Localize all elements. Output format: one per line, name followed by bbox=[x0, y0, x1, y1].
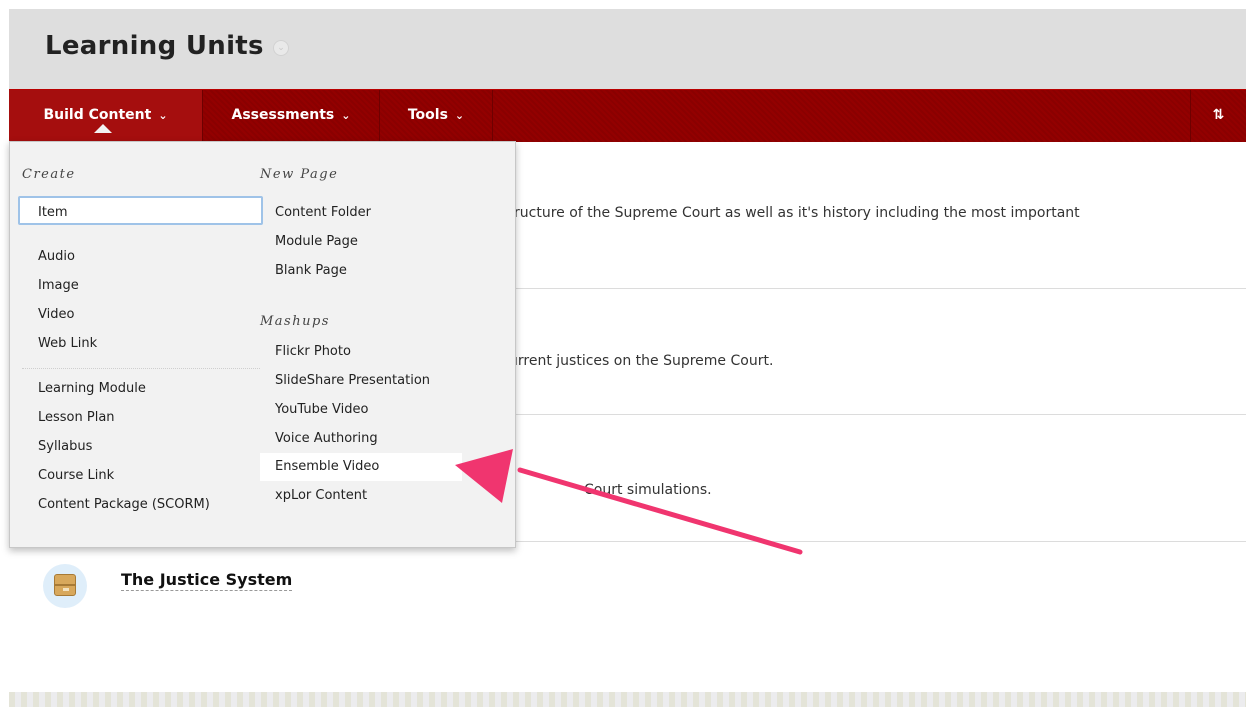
toolbar-divider bbox=[492, 90, 493, 142]
menu-item-content-package[interactable]: Content Package (SCORM) bbox=[38, 497, 210, 512]
menu-item-video[interactable]: Video bbox=[38, 307, 74, 322]
menu-item-learning-module[interactable]: Learning Module bbox=[38, 381, 146, 396]
action-toolbar: Build Content ⌄ Assessments ⌄ Tools ⌄ ⇅ bbox=[9, 89, 1246, 142]
assessments-label: Assessments bbox=[231, 107, 335, 123]
menu-item-web-link[interactable]: Web Link bbox=[38, 336, 97, 351]
menu-item-content-folder[interactable]: Content Folder bbox=[275, 205, 371, 220]
menu-item-blank-page[interactable]: Blank Page bbox=[275, 263, 347, 278]
menu-item-item[interactable]: Item bbox=[38, 205, 68, 220]
menu-pointer-caret bbox=[94, 124, 112, 133]
row-description: ırrent justices on the Supreme Court. bbox=[514, 353, 774, 369]
menu-item-flickr-photo[interactable]: Flickr Photo bbox=[275, 344, 351, 359]
chevron-down-icon: ⌄ bbox=[158, 109, 168, 122]
content-package-icon bbox=[43, 564, 87, 608]
title-options-chevron-icon[interactable]: ⌄ bbox=[273, 40, 289, 56]
menu-item-slideshare[interactable]: SlideShare Presentation bbox=[275, 373, 430, 388]
menu-heading-mashups: Mashups bbox=[260, 314, 330, 329]
menu-item-audio[interactable]: Audio bbox=[38, 249, 75, 264]
build-content-label: Build Content bbox=[43, 107, 152, 123]
row-description: ructure of the Supreme Court as well as … bbox=[514, 205, 1080, 221]
tools-label: Tools bbox=[407, 107, 448, 123]
menu-heading-new-page: New Page bbox=[260, 167, 339, 182]
menu-item-syllabus[interactable]: Syllabus bbox=[38, 439, 92, 454]
row-description: Court simulations. bbox=[584, 482, 712, 498]
menu-item-ensemble-video[interactable]: Ensemble Video bbox=[275, 459, 379, 474]
chevron-down-icon: ⌄ bbox=[341, 109, 351, 122]
menu-item-youtube-video[interactable]: YouTube Video bbox=[275, 402, 368, 417]
menu-heading-create: Create bbox=[22, 167, 76, 182]
menu-item-image[interactable]: Image bbox=[38, 278, 79, 293]
assessments-button[interactable]: Assessments ⌄ bbox=[203, 90, 379, 142]
build-content-button[interactable]: Build Content ⌄ bbox=[9, 90, 202, 142]
page-title: Learning Units bbox=[45, 31, 264, 61]
menu-item-lesson-plan[interactable]: Lesson Plan bbox=[38, 410, 115, 425]
reorder-icon[interactable]: ⇅ bbox=[1190, 90, 1246, 142]
page-header: Learning Units ⌄ bbox=[9, 9, 1246, 89]
menu-item-module-page[interactable]: Module Page bbox=[275, 234, 358, 249]
footer-divider bbox=[9, 692, 1246, 707]
menu-item-voice-authoring[interactable]: Voice Authoring bbox=[275, 431, 378, 446]
chevron-down-icon: ⌄ bbox=[454, 109, 465, 122]
menu-divider bbox=[22, 368, 260, 369]
menu-item-xplor-content[interactable]: xpLor Content bbox=[275, 488, 367, 503]
menu-item-course-link[interactable]: Course Link bbox=[38, 468, 114, 483]
tools-button[interactable]: Tools ⌄ bbox=[380, 90, 492, 142]
build-content-menu: Create Item Audio Image Video Web Link L… bbox=[9, 141, 516, 548]
item-title-link[interactable]: The Justice System bbox=[121, 570, 293, 591]
